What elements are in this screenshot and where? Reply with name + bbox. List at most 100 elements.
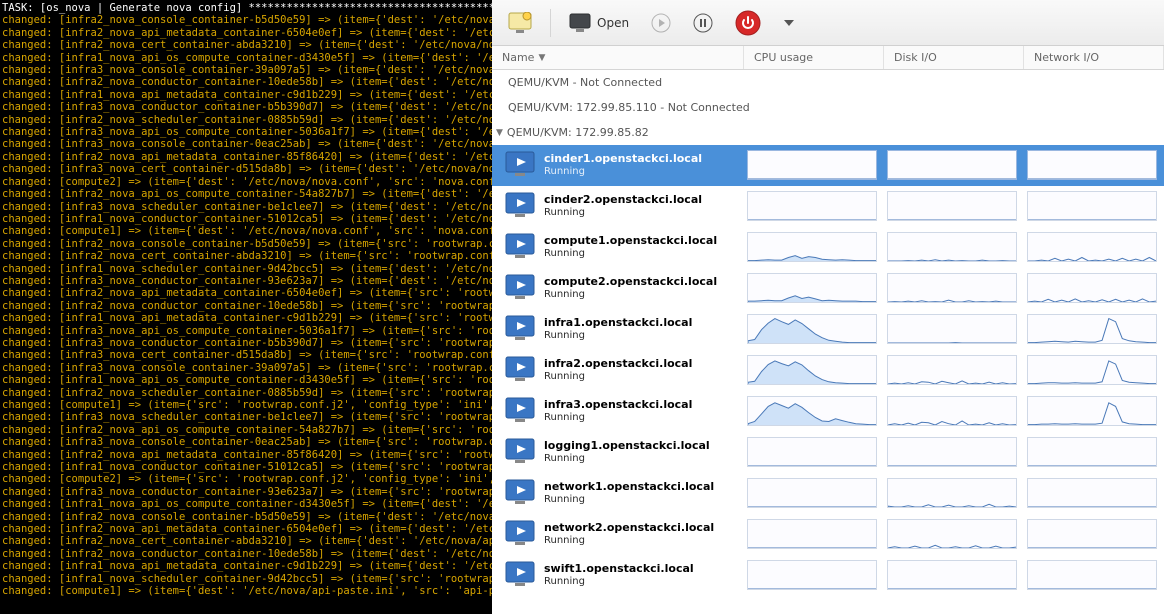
vm-name: infra1.openstackci.local — [544, 316, 742, 329]
pause-button[interactable] — [689, 8, 717, 38]
vm-name: swift1.openstackci.local — [544, 562, 742, 575]
column-headers: Name ▼ CPU usage Disk I/O Network I/O — [492, 46, 1164, 70]
cpu-sparkline — [747, 519, 877, 549]
vm-state: Running — [544, 288, 742, 301]
vm-row[interactable]: network1.openstackci.localRunning — [492, 473, 1164, 514]
monitor-play-icon — [504, 232, 536, 260]
vm-name: infra3.openstackci.local — [544, 398, 742, 411]
vm-state: Running — [544, 575, 742, 588]
net-sparkline — [1027, 519, 1157, 549]
vm-state: Running — [544, 370, 742, 383]
cpu-sparkline — [747, 273, 877, 303]
toolbar: Open — [492, 0, 1164, 46]
vm-state: Running — [544, 493, 742, 506]
col-header-name[interactable]: Name ▼ — [492, 46, 744, 69]
vm-name: compute2.openstackci.local — [544, 275, 742, 288]
cpu-sparkline — [747, 191, 877, 221]
disk-sparkline — [887, 150, 1017, 180]
monitor-play-icon — [504, 314, 536, 342]
shutdown-button[interactable] — [731, 8, 765, 38]
disk-sparkline — [887, 191, 1017, 221]
vm-row[interactable]: compute2.openstackci.localRunning — [492, 268, 1164, 309]
net-sparkline — [1027, 232, 1157, 262]
vm-name: cinder2.openstackci.local — [544, 193, 742, 206]
shutdown-menu-button[interactable] — [779, 8, 799, 38]
vm-state: Running — [544, 534, 742, 547]
net-sparkline — [1027, 560, 1157, 590]
vm-name: compute1.openstackci.local — [544, 234, 742, 247]
vm-row[interactable]: swift1.openstackci.localRunning — [492, 555, 1164, 596]
cpu-sparkline — [747, 314, 877, 344]
col-disk-label: Disk I/O — [894, 51, 937, 64]
monitor-play-icon — [504, 396, 536, 424]
vm-row[interactable]: compute1.openstackci.localRunning — [492, 227, 1164, 268]
cpu-sparkline — [747, 396, 877, 426]
vm-list[interactable]: QEMU/KVM - Not ConnectedQEMU/KVM: 172.99… — [492, 70, 1164, 614]
net-sparkline — [1027, 396, 1157, 426]
vm-state: Running — [544, 206, 742, 219]
pause-icon — [693, 13, 713, 33]
vm-state: Running — [544, 247, 742, 260]
new-vm-button[interactable] — [504, 8, 536, 38]
col-name-label: Name — [502, 51, 534, 64]
net-sparkline — [1027, 437, 1157, 467]
chevron-down-icon — [783, 17, 795, 29]
vm-row[interactable]: logging1.openstackci.localRunning — [492, 432, 1164, 473]
col-header-disk[interactable]: Disk I/O — [884, 46, 1024, 69]
cpu-sparkline — [747, 437, 877, 467]
vm-state: Running — [544, 452, 742, 465]
net-sparkline — [1027, 273, 1157, 303]
connection-row[interactable]: QEMU/KVM - Not Connected — [492, 70, 1164, 95]
monitor-icon — [569, 13, 591, 33]
vm-state: Running — [544, 411, 742, 424]
net-sparkline — [1027, 191, 1157, 221]
open-button[interactable]: Open — [565, 8, 633, 38]
disk-sparkline — [887, 355, 1017, 385]
vm-name: network1.openstackci.local — [544, 480, 742, 493]
vm-row[interactable]: cinder1.openstackci.localRunning — [492, 145, 1164, 186]
open-label: Open — [597, 16, 629, 30]
col-header-cpu[interactable]: CPU usage — [744, 46, 884, 69]
cpu-sparkline — [747, 232, 877, 262]
disk-sparkline — [887, 232, 1017, 262]
power-icon — [735, 10, 761, 36]
vm-row[interactable]: infra1.openstackci.localRunning — [492, 309, 1164, 350]
terminal-pane[interactable]: TASK: [os_nova | Generate nova config] *… — [0, 0, 492, 614]
monitor-play-icon — [504, 437, 536, 465]
disk-sparkline — [887, 519, 1017, 549]
monitor-play-icon — [504, 191, 536, 219]
cpu-sparkline — [747, 478, 877, 508]
disk-sparkline — [887, 478, 1017, 508]
monitor-play-icon — [504, 560, 536, 588]
disk-sparkline — [887, 437, 1017, 467]
vm-row[interactable]: cinder2.openstackci.localRunning — [492, 186, 1164, 227]
vm-row[interactable]: network2.openstackci.localRunning — [492, 514, 1164, 555]
net-sparkline — [1027, 355, 1157, 385]
vm-state: Running — [544, 329, 742, 342]
run-button[interactable] — [647, 8, 675, 38]
sort-chevron-icon: ▼ — [538, 53, 545, 63]
vm-name: network2.openstackci.local — [544, 521, 742, 534]
cpu-sparkline — [747, 150, 877, 180]
col-header-net[interactable]: Network I/O — [1024, 46, 1164, 69]
col-cpu-label: CPU usage — [754, 51, 813, 64]
vm-state: Running — [544, 165, 742, 178]
monitor-play-icon — [504, 519, 536, 547]
cpu-sparkline — [747, 355, 877, 385]
vm-name: logging1.openstackci.local — [544, 439, 742, 452]
connection-row-expanded[interactable]: ▼ QEMU/KVM: 172.99.85.82 — [492, 120, 1164, 145]
disk-sparkline — [887, 396, 1017, 426]
connection-label: QEMU/KVM: 172.99.85.82 — [507, 126, 649, 139]
virt-manager-window: Open Name ▼ CPU usage Disk I/O Network I… — [492, 0, 1164, 614]
disk-sparkline — [887, 560, 1017, 590]
monitor-play-icon — [504, 478, 536, 506]
cpu-sparkline — [747, 560, 877, 590]
net-sparkline — [1027, 150, 1157, 180]
vm-row[interactable]: infra3.openstackci.localRunning — [492, 391, 1164, 432]
net-sparkline — [1027, 478, 1157, 508]
vm-row[interactable]: infra2.openstackci.localRunning — [492, 350, 1164, 391]
vm-name: infra2.openstackci.local — [544, 357, 742, 370]
disk-sparkline — [887, 273, 1017, 303]
connection-row[interactable]: QEMU/KVM: 172.99.85.110 - Not Connected — [492, 95, 1164, 120]
toolbar-separator — [550, 9, 551, 37]
